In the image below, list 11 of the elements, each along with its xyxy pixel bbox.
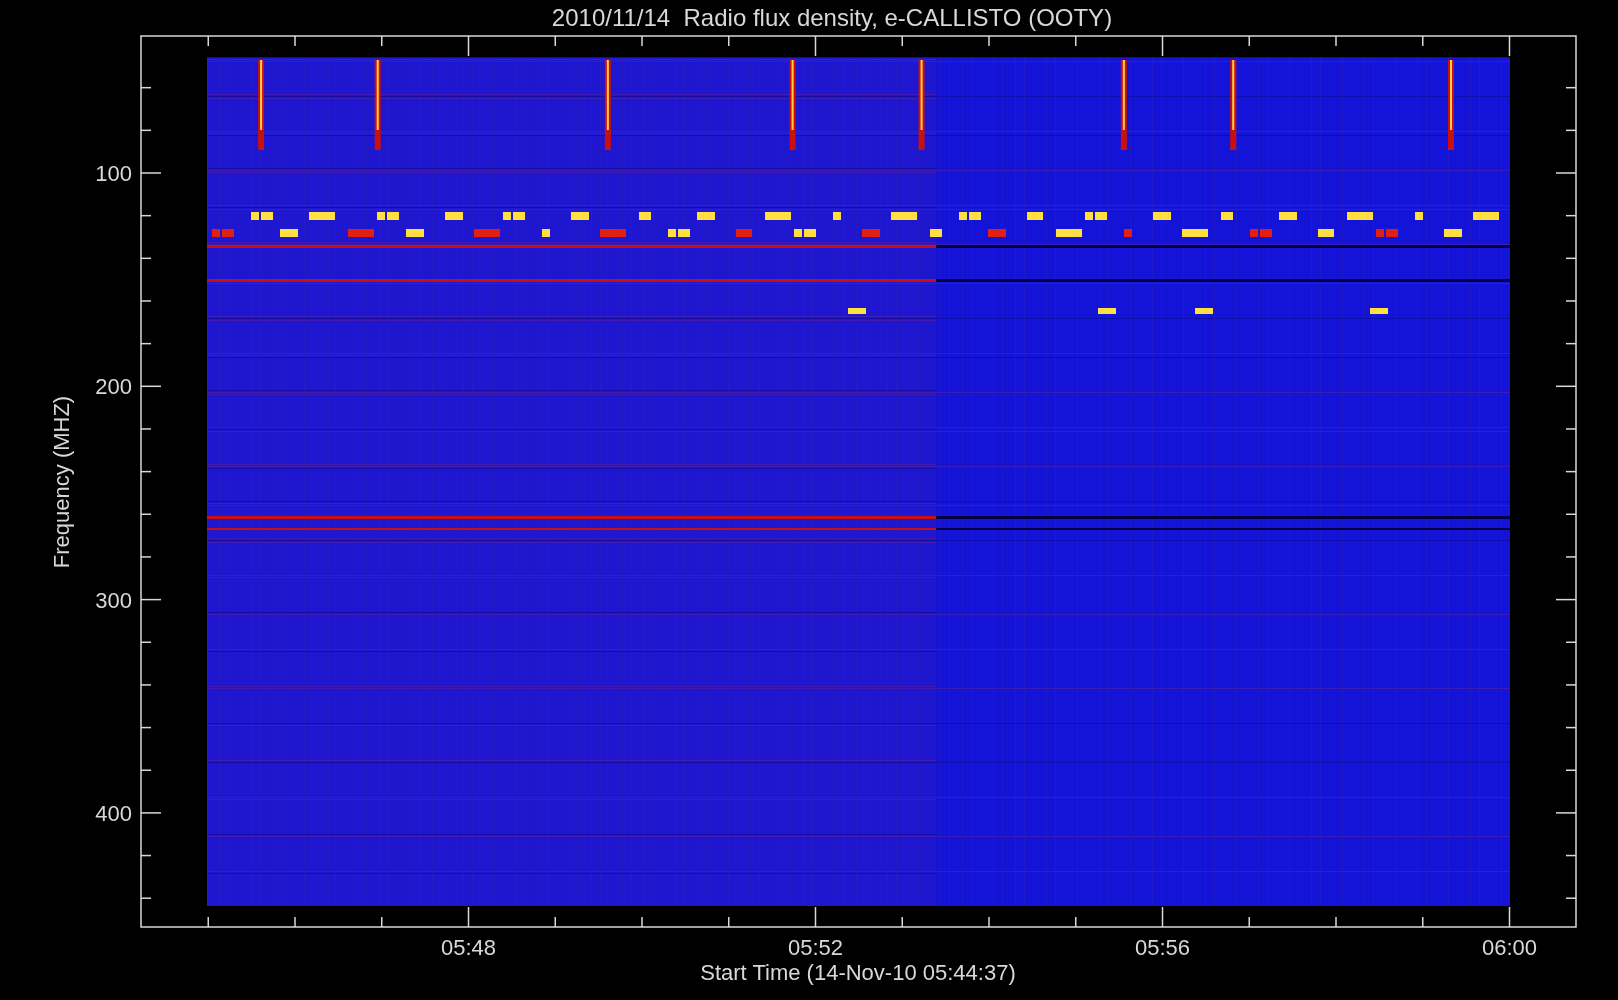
y-tick-label: 400 — [95, 800, 132, 826]
x-tick-label: 05:56 — [1134, 935, 1191, 960]
x-tick-label: 05:48 — [440, 935, 497, 960]
y-tick-label: 200 — [95, 374, 132, 400]
y-tick-label: 300 — [95, 587, 132, 613]
y-tick-label: 100 — [95, 161, 132, 186]
y-axis-label: Frequency (MHZ) — [49, 395, 74, 569]
x-axis-label: Start Time (14-Nov-10 05:44:37) — [700, 960, 1016, 985]
chart-title: 2010/11/14 Radio flux density, e-CALLISTO (OOTY) — [551, 4, 1113, 31]
x-tick-label: 05:52 — [787, 935, 844, 960]
x-tick-label: 06:00 — [1481, 935, 1538, 960]
